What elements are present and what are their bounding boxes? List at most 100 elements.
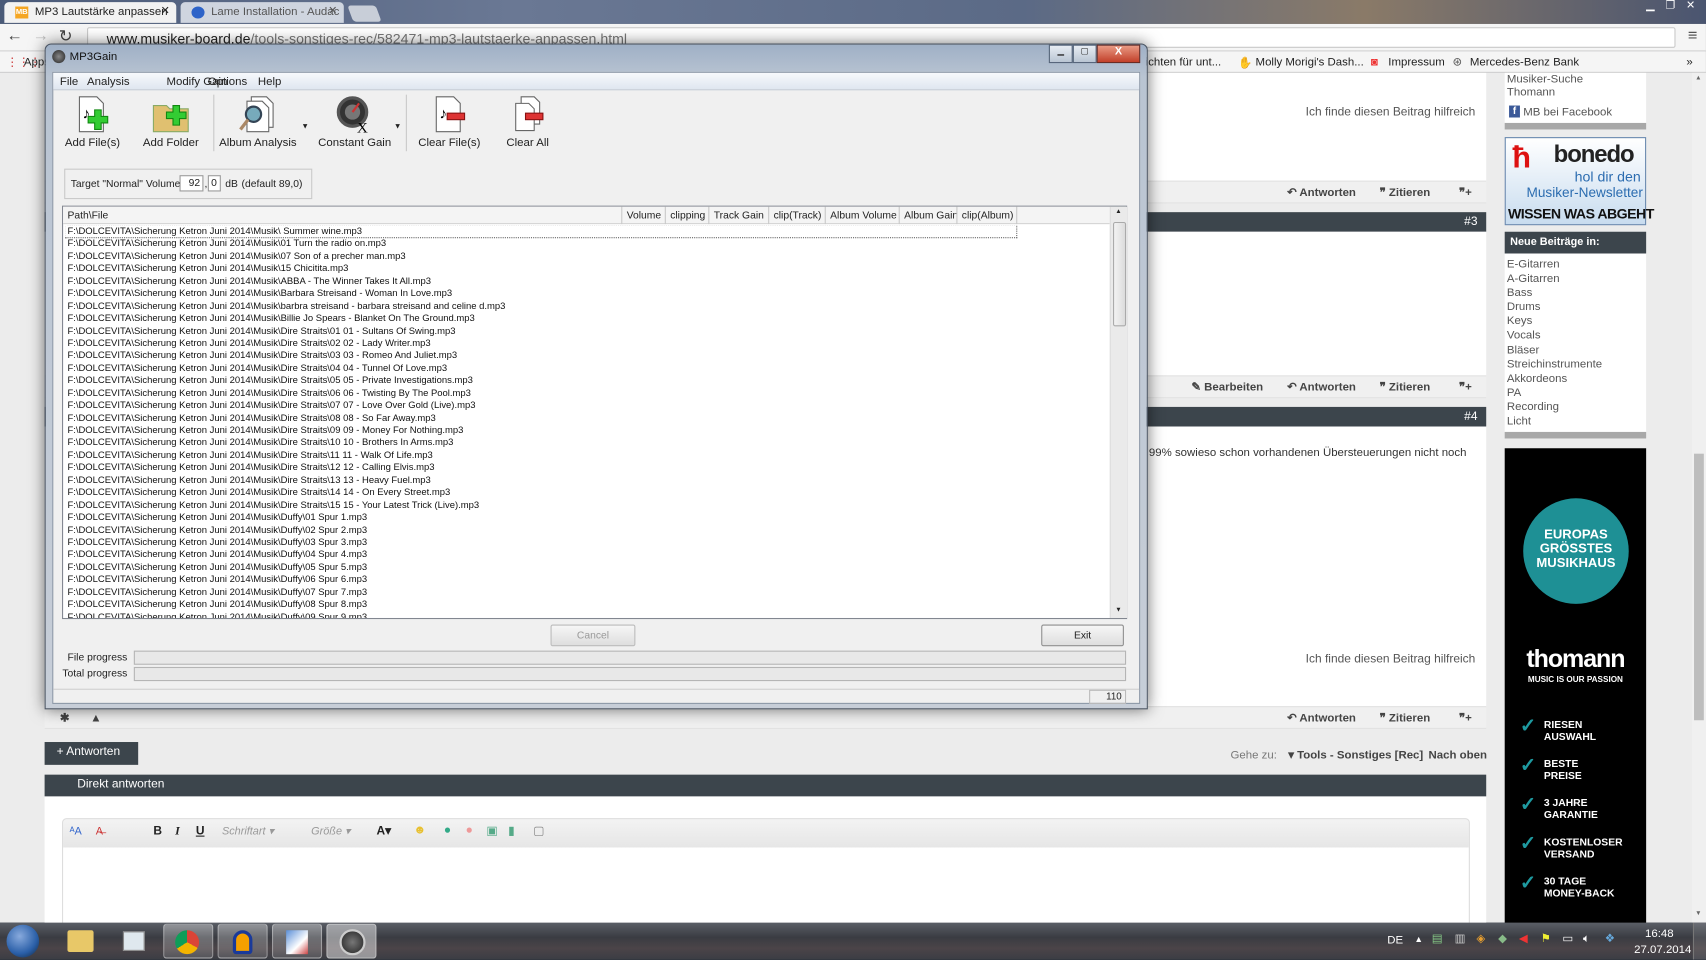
close-tab-icon[interactable]: ✕ [328,5,337,17]
column-album-volume[interactable]: Album Volume [826,206,900,225]
file-row[interactable]: F:\DOLCEVITA\Sicherung Ketron Juni 2014\… [65,300,1109,312]
file-row[interactable]: F:\DOLCEVITA\Sicherung Ketron Juni 2014\… [65,287,1109,299]
tray-security-icon[interactable]: ◈ [1476,932,1485,945]
cancel-button[interactable]: Cancel [550,624,636,647]
font-select[interactable]: Schriftart ▾ [222,826,296,838]
file-row[interactable]: F:\DOLCEVITA\Sicherung Ketron Juni 2014\… [65,225,1018,239]
constant-gain-button[interactable]: X Constant Gain [312,92,397,155]
bookmark-item[interactable]: Molly Morigi's Dash... [1256,55,1364,68]
star-icon[interactable]: ✱ [60,712,70,725]
network-icon[interactable]: ▭ [1562,932,1573,945]
file-row[interactable]: F:\DOLCEVITA\Sicherung Ketron Juni 2014\… [65,375,1109,387]
language-indicator[interactable]: DE [1387,934,1403,947]
start-button[interactable] [6,924,40,958]
post-number[interactable]: #4 [1464,410,1477,423]
tray-network-icon[interactable]: ▥ [1455,932,1466,945]
smiley-icon[interactable]: ☻ [413,824,426,837]
sidebar-category-link[interactable]: Vocals [1507,329,1646,343]
back-to-top-link[interactable]: Nach oben [1429,749,1487,762]
sidebar-link-musiker-suche[interactable]: Musiker-Suche [1507,73,1583,86]
exit-button[interactable]: Exit [1041,624,1124,647]
scroll-down-icon[interactable]: ▼ [1695,911,1701,918]
chrome-menu-icon[interactable]: ≡ [1688,26,1698,44]
file-row[interactable]: F:\DOLCEVITA\Sicherung Ketron Juni 2014\… [65,549,1109,561]
taskbar-app-2[interactable] [272,923,323,959]
sidebar-category-link[interactable]: PA [1507,386,1646,400]
sidebar-link-thomann[interactable]: Thomann [1507,86,1555,99]
new-reply-button[interactable]: + Antworten [44,742,139,765]
multiquote-icon[interactable]: ❞+ [1459,186,1472,199]
editor-textarea[interactable] [65,850,1466,926]
image-icon[interactable]: ▣ [486,824,497,838]
taskbar-chrome[interactable] [163,923,214,959]
sidebar-category-link[interactable]: Akkordeons [1507,372,1646,386]
close-tab-icon[interactable]: ✕ [161,5,170,17]
tray-icon[interactable]: ▤ [1432,932,1443,945]
helpful-link[interactable]: Ich finde diesen Beitrag hilfreich [1306,106,1476,119]
add-files-button[interactable]: ♪ Add File(s) [54,92,130,155]
dropbox-icon[interactable]: ❖ [1605,932,1615,945]
bookmark-item[interactable]: ichten für unt... [1146,55,1222,68]
column-clip-album[interactable]: clip(Album) [957,206,1018,225]
minimize-button[interactable]: ▁ [1048,44,1073,64]
minimize-button[interactable]: ▁ [1646,0,1654,12]
file-row[interactable]: F:\DOLCEVITA\Sicherung Ketron Juni 2014\… [65,462,1109,474]
constant-gain-dropdown-icon[interactable]: ▼ [394,123,402,131]
sidebar-category-link[interactable]: Bläser [1507,343,1646,357]
back-icon[interactable]: ← [7,26,23,44]
edit-button[interactable]: ✎ Bearbeiten [1191,381,1263,394]
helpful-link[interactable]: Ich finde diesen Beitrag hilfreich [1306,653,1476,666]
file-row[interactable]: F:\DOLCEVITA\Sicherung Ketron Juni 2014\… [65,474,1109,486]
maximize-button[interactable]: ▢ [1072,44,1097,64]
taskbar-explorer[interactable] [54,924,104,959]
quote-button[interactable]: ❞ Zitieren [1380,186,1431,199]
taskbar-app[interactable] [109,924,159,959]
clear-all-button[interactable]: Clear All [490,92,566,155]
show-hidden-icons[interactable]: ▲ [1414,935,1423,945]
column-path-file[interactable]: Path\File [63,206,623,225]
text-color-button[interactable]: A▾ [376,824,391,838]
thomann-ad[interactable]: EUROPAS GRÖSSTES MUSIKHAUS thomann MUSIC I… [1504,448,1647,927]
column-track-gain[interactable]: Track Gain [709,206,770,225]
file-row[interactable]: F:\DOLCEVITA\Sicherung Ketron Juni 2014\… [65,449,1109,461]
file-row[interactable]: F:\DOLCEVITA\Sicherung Ketron Juni 2014\… [65,275,1109,287]
sidebar-category-link[interactable]: A-Gitarren [1507,272,1646,286]
new-tab-button[interactable] [347,5,382,22]
close-button[interactable]: X [1096,44,1141,64]
taskbar-mp3gain[interactable] [326,923,377,959]
reply-button[interactable]: ↶ Antworten [1287,186,1356,199]
goto-forum-dropdown[interactable]: ▾ Tools - Sonstiges [Rec] [1288,749,1423,762]
album-analysis-button[interactable]: Album Analysis [217,92,300,155]
sidebar-category-link[interactable]: E-Gitarren [1507,258,1646,272]
video-icon[interactable]: ▮ [508,824,515,838]
scroll-up-icon[interactable]: ▲ [1695,75,1701,82]
quote-icon[interactable]: ▢ [533,824,544,838]
tray-icon[interactable]: ◆ [1498,932,1507,945]
file-row[interactable]: F:\DOLCEVITA\Sicherung Ketron Juni 2014\… [65,424,1109,436]
file-row[interactable]: F:\DOLCEVITA\Sicherung Ketron Juni 2014\… [65,611,1109,618]
bookmark-item[interactable]: Mercedes-Benz Bank [1470,55,1579,68]
file-row[interactable]: F:\DOLCEVITA\Sicherung Ketron Juni 2014\… [65,362,1109,374]
action-center-flag-icon[interactable]: ⚑ [1541,932,1551,945]
file-row[interactable]: F:\DOLCEVITA\Sicherung Ketron Juni 2014\… [65,536,1109,548]
file-row[interactable]: F:\DOLCEVITA\Sicherung Ketron Juni 2014\… [65,574,1109,586]
file-row[interactable]: F:\DOLCEVITA\Sicherung Ketron Juni 2014\… [65,387,1109,399]
report-warning-icon[interactable]: ▲ [90,712,101,725]
menu-analysis[interactable]: Analysis [87,75,130,88]
multiquote-icon[interactable]: ❞+ [1459,712,1472,725]
volume-icon[interactable]: 🔈︎ [1583,932,1590,946]
size-select[interactable]: Größe ▾ [311,826,363,838]
sidebar-category-link[interactable]: Licht [1507,415,1646,429]
sidebar-category-link[interactable]: Recording [1507,400,1646,414]
column-volume[interactable]: Volume [622,206,666,225]
menu-options[interactable]: Options [208,75,247,88]
file-row[interactable]: F:\DOLCEVITA\Sicherung Ketron Juni 2014\… [65,312,1109,324]
file-row[interactable]: F:\DOLCEVITA\Sicherung Ketron Juni 2014\… [65,250,1109,262]
underline-button[interactable]: U [196,825,205,838]
quote-button[interactable]: ❞ Zitieren [1380,712,1431,725]
post-number[interactable]: #3 [1464,215,1477,228]
tab-lame-installation[interactable]: Lame Installation - Audac ✕ [180,2,344,23]
file-row[interactable]: F:\DOLCEVITA\Sicherung Ketron Juni 2014\… [65,263,1109,275]
more-bookmarks-button[interactable]: » [1686,55,1692,68]
file-row[interactable]: F:\DOLCEVITA\Sicherung Ketron Juni 2014\… [65,586,1109,598]
